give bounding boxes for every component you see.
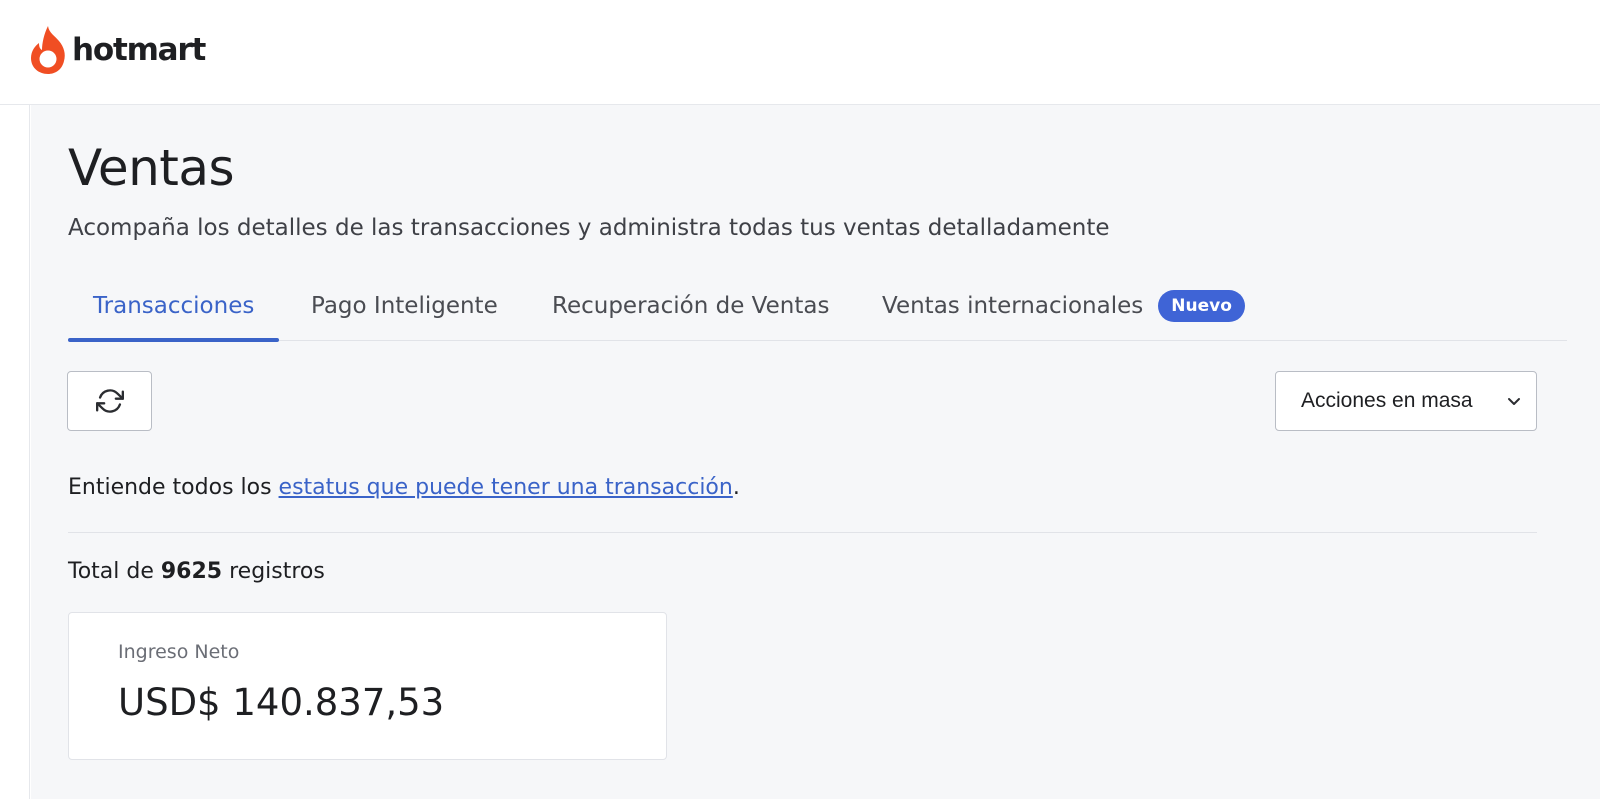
total-records: Total de 9625 registros	[68, 559, 325, 584]
status-info-text: Entiende todos los estatus que puede ten…	[68, 475, 740, 500]
left-sidebar-strip	[0, 105, 30, 799]
new-badge: Nuevo	[1158, 290, 1245, 322]
total-prefix: Total de	[68, 559, 161, 584]
tab-label: Recuperación de Ventas	[552, 293, 830, 319]
tab-ventas-internacionales[interactable]: Ventas internacionales Nuevo	[882, 271, 1245, 341]
tab-pago-inteligente[interactable]: Pago Inteligente	[311, 271, 498, 341]
total-suffix: registros	[222, 559, 325, 584]
flame-icon	[31, 26, 65, 74]
divider	[68, 532, 1537, 533]
net-income-label: Ingreso Neto	[118, 641, 240, 663]
refresh-icon	[95, 389, 124, 413]
page-title: Ventas	[68, 139, 235, 197]
status-info-suffix: .	[732, 475, 740, 500]
tab-bar: Transacciones Pago Inteligente Recuperac…	[67, 271, 1567, 342]
main-content: Ventas Acompaña los detalles de las tran…	[31, 105, 1600, 799]
page-subtitle: Acompaña los detalles de las transaccion…	[68, 215, 1110, 241]
tab-recuperacion-de-ventas[interactable]: Recuperación de Ventas	[552, 271, 829, 341]
total-count: 9625	[160, 559, 223, 584]
net-income-value: USD$ 140.837,53	[118, 681, 445, 724]
bulk-actions-label: Acciones en masa	[1301, 389, 1473, 412]
chevron-down-icon	[1508, 398, 1520, 405]
net-income-card: Ingreso Neto USD$ 140.837,53	[68, 612, 667, 760]
tab-label: Ventas internacionales	[882, 293, 1144, 319]
top-bar: hotmart	[0, 0, 1600, 105]
tab-transacciones[interactable]: Transacciones	[67, 271, 280, 342]
tab-label: Pago Inteligente	[311, 293, 498, 319]
hotmart-logo[interactable]: hotmart	[28, 24, 206, 76]
refresh-button[interactable]	[67, 371, 152, 431]
transaction-status-link[interactable]: estatus que puede tener una transacción	[279, 475, 733, 500]
tab-label: Transacciones	[93, 293, 255, 319]
status-info-prefix: Entiende todos los	[68, 475, 279, 500]
bulk-actions-dropdown[interactable]: Acciones en masa	[1275, 371, 1537, 431]
brand-name: hotmart	[72, 32, 206, 68]
